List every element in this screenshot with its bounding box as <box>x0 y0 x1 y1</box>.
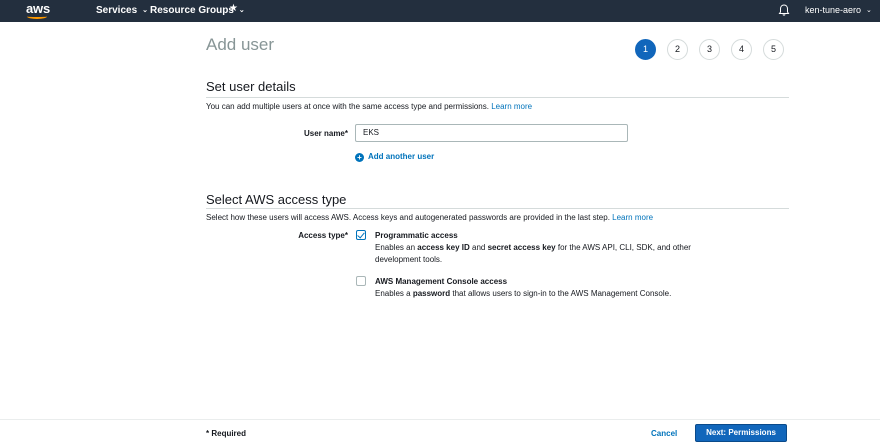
user-name-input[interactable]: EKS <box>355 124 628 142</box>
chevron-down-icon: ⌄ <box>238 7 245 14</box>
console-access-title: AWS Management Console access <box>375 277 508 286</box>
description-text: Select how these users will access AWS. … <box>206 213 610 222</box>
learn-more-link[interactable]: Learn more <box>612 213 653 222</box>
add-another-user-label: Add another user <box>368 152 435 161</box>
services-menu[interactable]: Services ⌄ <box>96 5 148 16</box>
step-3[interactable]: 3 <box>699 39 720 60</box>
step-2[interactable]: 2 <box>667 39 688 60</box>
desc-text: Enables a <box>375 289 413 298</box>
user-name-label: User name* <box>303 129 348 138</box>
pin-icon[interactable]: ★ <box>229 3 238 14</box>
chevron-down-icon: ⌄ <box>866 7 872 14</box>
step-4[interactable]: 4 <box>731 39 752 60</box>
section-title-access-type: Select AWS access type <box>206 192 347 207</box>
account-menu[interactable]: ken-tune-aero ⌄ <box>805 5 872 15</box>
desc-bold: password <box>412 289 451 298</box>
desc-bold: access key ID <box>417 243 470 252</box>
description-text: You can add multiple users at once with … <box>206 102 489 111</box>
bell-icon[interactable] <box>777 3 791 17</box>
add-another-user-link[interactable]: + Add another user <box>355 152 434 162</box>
programmatic-access-checkbox[interactable] <box>356 230 366 240</box>
section-description: You can add multiple users at once with … <box>206 102 532 111</box>
learn-more-link[interactable]: Learn more <box>491 102 532 111</box>
required-note: * Required <box>206 429 247 438</box>
plus-circle-icon: + <box>355 153 364 162</box>
console-access-description: Enables a password that allows users to … <box>375 288 705 300</box>
section-title-user-details: Set user details <box>206 79 296 94</box>
section-description: Select how these users will access AWS. … <box>206 213 653 222</box>
programmatic-access-title: Programmatic access <box>375 231 458 240</box>
chevron-down-icon: ⌄ <box>142 7 149 14</box>
divider <box>206 97 789 98</box>
programmatic-access-description: Enables an access key ID and secret acce… <box>375 242 705 266</box>
aws-logo-smile-icon <box>27 14 47 19</box>
desc-bold: secret access key <box>487 243 556 252</box>
desc-text: that allows users to sign-in to the AWS … <box>450 289 672 298</box>
next-permissions-button[interactable]: Next: Permissions <box>695 424 787 442</box>
step-5[interactable]: 5 <box>763 39 784 60</box>
account-name: ken-tune-aero <box>805 5 862 15</box>
checkmark-icon <box>357 230 365 239</box>
desc-text: and <box>469 243 488 252</box>
resource-groups-label: Resource Groups <box>150 5 234 16</box>
cancel-button[interactable]: Cancel <box>651 429 677 438</box>
services-label: Services <box>96 5 138 16</box>
divider <box>206 208 789 209</box>
step-1[interactable]: 1 <box>635 39 656 60</box>
access-type-label: Access type* <box>298 231 348 240</box>
console-access-checkbox[interactable] <box>356 276 366 286</box>
desc-text: Enables an <box>375 243 418 252</box>
top-nav: aws Services ⌄ Resource Groups ⌄ ★ ken-tun… <box>0 0 880 22</box>
page-title: Add user <box>206 35 275 54</box>
